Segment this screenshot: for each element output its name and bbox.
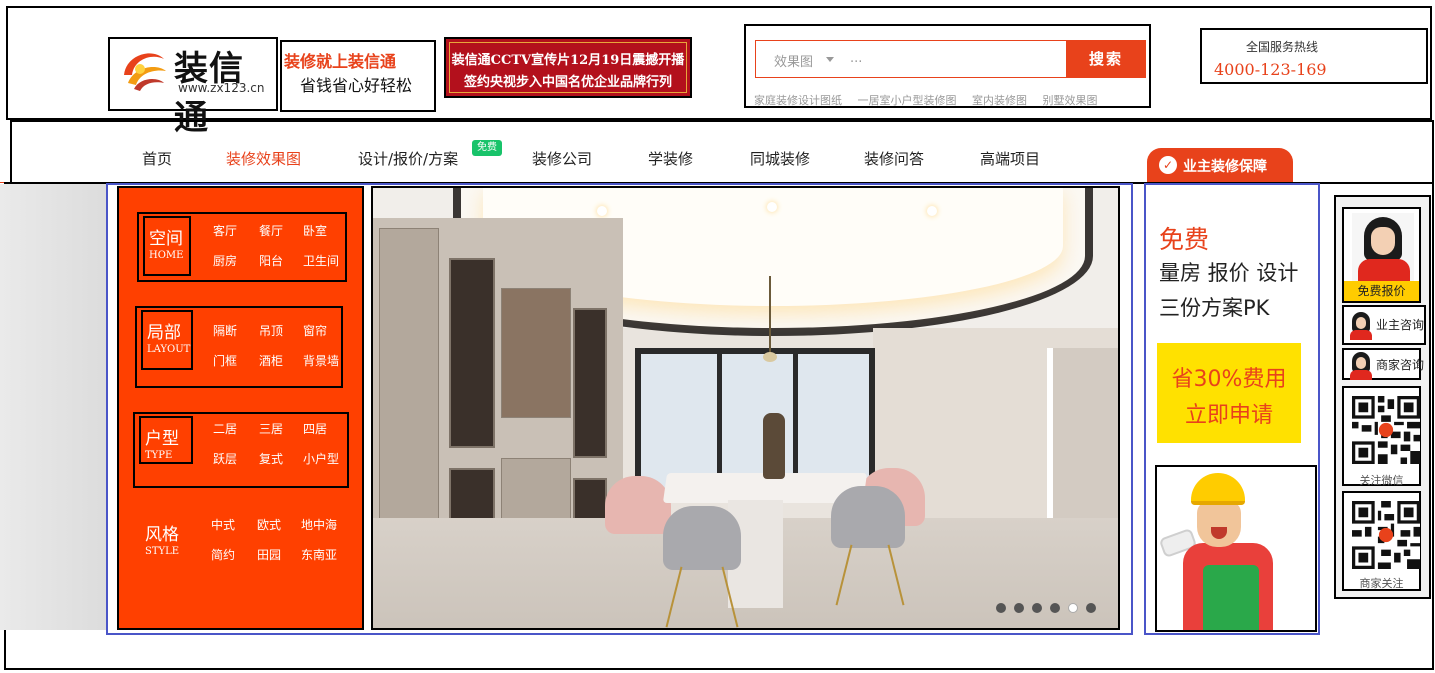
promo-cta-line-2: 立即申请 [1184,403,1273,428]
search-button[interactable]: 搜索 [1066,40,1146,78]
search-input[interactable]: 效果图 ... [755,40,1067,78]
ad-line-2: 签约央视步入中国名优企业品牌行列 [463,75,672,90]
promo-free: 免费 [1159,225,1210,254]
nav-item-effect-images[interactable]: 装修效果图 [226,148,301,169]
free-badge: 免费 [472,140,502,156]
hot-link[interactable]: 别墅效果图 [1043,94,1098,107]
worker-mouth [1211,527,1227,539]
worker-ad-image[interactable] [1155,465,1317,632]
avatar-top [1350,330,1372,340]
avatar-face [1356,357,1366,369]
nav-item-learn[interactable]: 学装修 [648,148,693,169]
promo-line-2: 三份方案PK [1159,296,1270,320]
nav-item-premium[interactable]: 高端项目 [980,148,1040,169]
merchant-consult-label: 商家咨询 [1376,358,1425,372]
free-quote-button[interactable]: 免费报价 [1342,207,1421,303]
nav-item-local[interactable]: 同城装修 [750,148,810,169]
search-placeholder: ... [850,51,863,66]
hard-hat [1191,473,1245,505]
avatar [1348,350,1374,380]
promo-cta-line-1: 省30%费用 [1171,367,1287,392]
qr-code-icon [1352,396,1420,464]
page: 装信通 www.zx123.cn 装修就上装信通 省钱省心好轻松 装信通CCTV… [0,0,1435,673]
promo-line-1: 量房 报价 设计 [1159,261,1299,285]
wechat-follow-label: 关注微信 [1359,474,1404,487]
avatar-top [1350,370,1372,380]
slogan-line-1: 装修就上装信通 [284,52,397,71]
hot-link[interactable]: 一居室小户型装修图 [858,94,957,107]
free-quote-label: 免费报价 [1344,281,1419,301]
hotline-number[interactable]: 4000-123-169 [1214,60,1327,79]
hotline-label: 全国服务热线 [1246,40,1319,54]
service-hotline: 全国服务热线 4000-123-169 [1200,28,1428,84]
hero-background [0,184,108,630]
nav-item-design-quote[interactable]: 设计/报价/方案 [358,148,458,169]
merchant-consult-button[interactable]: 商家咨询 [1342,348,1425,380]
logo-url: www.zx123.cn [178,81,265,95]
owner-guarantee-tab[interactable]: ✓ 业主装修保障 [1147,148,1293,182]
hot-link[interactable]: 家庭装修设计图纸 [754,94,842,107]
slogan: 装修就上装信通 省钱省心好轻松 [280,40,436,112]
shield-check-icon: ✓ [1159,156,1177,174]
worker-face [1197,501,1241,547]
avatar [1348,310,1374,340]
guarantee-label: 业主装修保障 [1183,159,1267,175]
cctv-ad-banner[interactable]: 装信通CCTV宣传片12月19日震撼开播 签约央视步入中国名优企业品牌行列 [444,37,692,98]
qr-code-icon [1352,501,1420,569]
slogan-line-2: 省钱省心好轻松 [300,76,413,95]
nav-item-home[interactable]: 首页 [142,148,172,169]
avatar [1352,213,1414,281]
nav-item-companies[interactable]: 装修公司 [532,148,592,169]
merchant-follow-label: 商家关注 [1359,577,1404,590]
avatar-top [1358,259,1410,281]
search-category-select[interactable]: 效果图 [774,51,813,70]
merchant-follow[interactable]: 商家关注 [1342,491,1421,591]
hot-search-links: 家庭装修设计图纸 一居室小户型装修图 室内装修图 别墅效果图 [754,92,1110,108]
wechat-follow[interactable]: 关注微信 [1342,386,1421,487]
worker-overall [1203,565,1259,630]
avatar-face [1356,317,1366,329]
ad-banner-border: 装信通CCTV宣传片12月19日震撼开播 签约央视步入中国名优企业品牌行列 [449,42,687,93]
nav-item-qa[interactable]: 装修问答 [864,148,924,169]
search-area: 效果图 ... 搜索 家庭装修设计图纸 一居室小户型装修图 室内装修图 别墅效果… [744,24,1151,108]
hero-outline [106,183,1133,635]
owner-consult-label: 业主咨询 [1376,318,1425,332]
apply-now-button[interactable]: 省30%费用 立即申请 [1157,343,1301,443]
site-logo[interactable]: 装信通 www.zx123.cn [108,37,278,138]
chevron-down-icon[interactable] [826,57,834,62]
avatar-face [1371,227,1395,255]
hot-link[interactable]: 室内装修图 [972,94,1027,107]
owner-consult-button[interactable]: 业主咨询 [1342,305,1426,345]
logo-swirl-icon [120,47,168,95]
ad-line-1: 装信通CCTV宣传片12月19日震撼开播 [451,53,685,68]
